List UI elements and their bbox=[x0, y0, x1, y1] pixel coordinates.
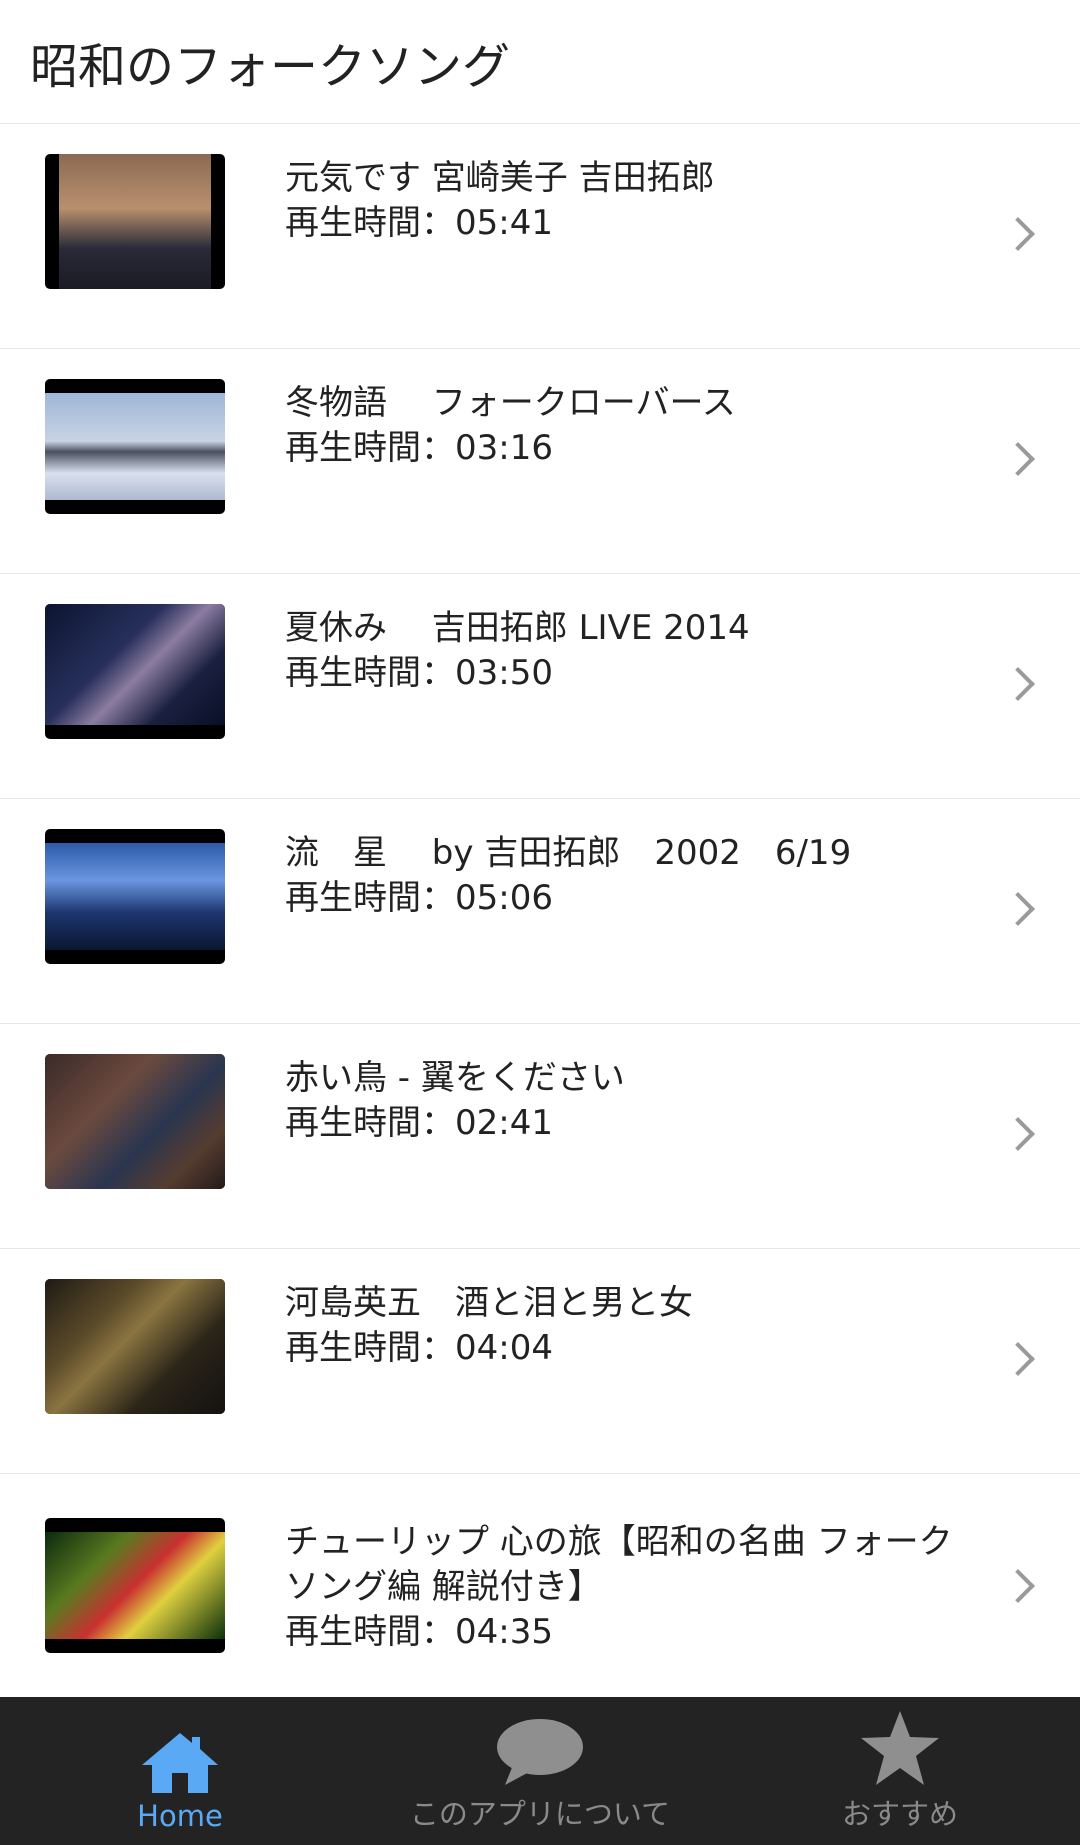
chat-bubble-icon bbox=[497, 1719, 583, 1785]
video-duration: 再生時間：03:50 bbox=[285, 653, 553, 693]
video-duration: 再生時間：04:04 bbox=[285, 1328, 553, 1368]
video-list: 元気です 宮崎美子 吉田拓郎 再生時間：05:41 冬物語 フォークローバース … bbox=[0, 124, 1080, 1702]
star-icon bbox=[861, 1711, 939, 1785]
video-thumbnail bbox=[45, 379, 225, 514]
list-item[interactable]: 赤い鳥 - 翼をください 再生時間：02:41 bbox=[0, 1024, 1080, 1249]
bottom-tab-bar: Home このアプリについて おすすめ bbox=[0, 1697, 1080, 1845]
video-duration: 再生時間：05:41 bbox=[285, 203, 553, 243]
home-icon bbox=[142, 1733, 218, 1793]
chevron-right-icon bbox=[1001, 442, 1035, 476]
chevron-right-icon bbox=[1001, 892, 1035, 926]
tab-recommend[interactable]: おすすめ bbox=[720, 1697, 1080, 1845]
list-item[interactable]: 夏休み 吉田拓郎 LIVE 2014 再生時間：03:50 bbox=[0, 574, 1080, 799]
video-title: チューリップ 心の旅【昭和の名曲 フォークソング編 解説付き】 bbox=[285, 1522, 953, 1607]
tab-home[interactable]: Home bbox=[0, 1697, 360, 1845]
chevron-right-icon bbox=[1001, 667, 1035, 701]
video-duration: 再生時間：02:41 bbox=[285, 1103, 553, 1143]
video-thumbnail bbox=[45, 1279, 225, 1414]
chevron-right-icon bbox=[1001, 1342, 1035, 1376]
video-title: 元気です 宮崎美子 吉田拓郎 bbox=[285, 158, 715, 198]
tab-label: おすすめ bbox=[841, 1797, 958, 1831]
video-thumbnail bbox=[45, 1054, 225, 1189]
video-thumbnail bbox=[45, 1518, 225, 1653]
list-item[interactable]: 元気です 宮崎美子 吉田拓郎 再生時間：05:41 bbox=[0, 124, 1080, 349]
video-title: 冬物語 フォークローバース bbox=[285, 383, 736, 423]
list-item[interactable]: 流 星 by 吉田拓郎 2002 6/19 再生時間：05:06 bbox=[0, 799, 1080, 1024]
video-title: 赤い鳥 - 翼をください bbox=[285, 1058, 625, 1098]
video-thumbnail bbox=[45, 154, 225, 289]
list-item[interactable]: 冬物語 フォークローバース 再生時間：03:16 bbox=[0, 349, 1080, 574]
video-thumbnail bbox=[45, 604, 225, 739]
tab-about[interactable]: このアプリについて bbox=[360, 1697, 720, 1845]
chevron-right-icon bbox=[1001, 1117, 1035, 1151]
list-item[interactable]: チューリップ 心の旅【昭和の名曲 フォークソング編 解説付き】 再生時間：04:… bbox=[0, 1474, 1080, 1702]
video-duration: 再生時間：05:06 bbox=[285, 878, 553, 918]
video-duration: 再生時間：03:16 bbox=[285, 428, 553, 468]
video-duration: 再生時間：04:35 bbox=[285, 1612, 553, 1652]
video-thumbnail bbox=[45, 829, 225, 964]
video-title: 夏休み 吉田拓郎 LIVE 2014 bbox=[285, 608, 750, 648]
app-header: 昭和のフォークソング bbox=[0, 0, 1080, 124]
chevron-right-icon bbox=[1001, 1568, 1035, 1603]
tab-label: このアプリについて bbox=[409, 1797, 671, 1831]
chevron-right-icon bbox=[1001, 217, 1035, 251]
list-item[interactable]: 河島英五 酒と泪と男と女 再生時間：04:04 bbox=[0, 1249, 1080, 1474]
tab-label: Home bbox=[137, 1799, 223, 1833]
video-title: 河島英五 酒と泪と男と女 bbox=[285, 1283, 693, 1323]
video-title: 流 星 by 吉田拓郎 2002 6/19 bbox=[285, 833, 852, 873]
page-title: 昭和のフォークソング bbox=[30, 38, 511, 95]
